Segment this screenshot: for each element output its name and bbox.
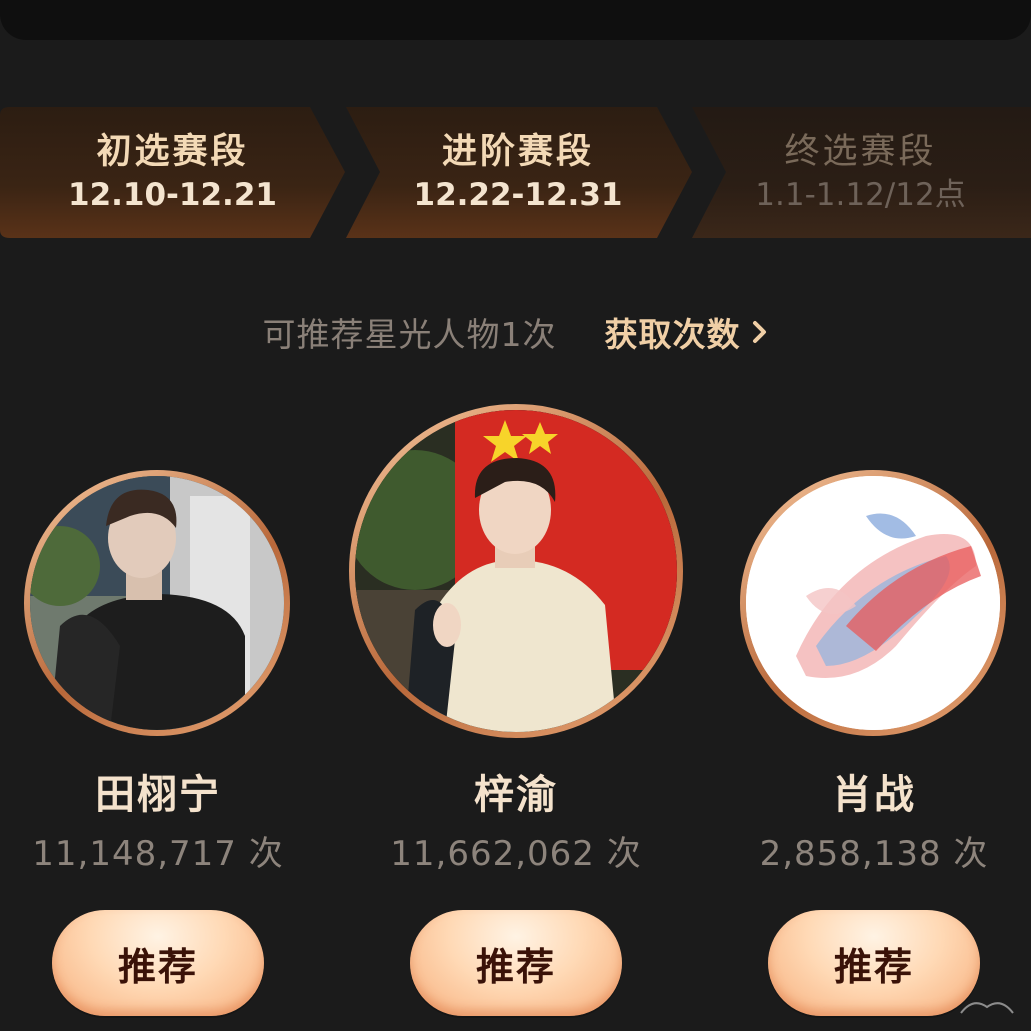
person-photo [30,476,284,730]
vote-quota-row: 可推荐星光人物1次 获取次数 [0,310,1031,354]
candidate-vote-count: 11,148,717 次 [32,834,284,874]
stage-dates: 1.1-1.12/12点 [755,176,966,213]
recommend-button[interactable]: 推荐 [410,910,622,1016]
candidate-name: 田栩宁 [95,772,221,818]
candidate-name: 梓渝 [474,772,558,818]
stage-bg-shape [0,107,345,238]
person-photo [355,410,677,732]
stage-tab-final[interactable]: 终选赛段 1.1-1.12/12点 [690,107,1031,238]
stage-dates: 12.22-12.31 [413,176,623,213]
stage-title: 终选赛段 [784,132,937,173]
stage-tab-preliminary[interactable]: 初选赛段 12.10-12.21 [0,107,345,238]
recommend-button[interactable]: 推荐 [52,910,264,1016]
avatar[interactable] [740,470,1006,736]
avatar[interactable] [24,470,290,736]
avatar-photo [355,410,677,732]
candidate-vote-count: 2,858,138 次 [759,834,989,874]
stage-dates: 12.10-12.21 [68,176,277,213]
stage-title: 初选赛段 [96,132,249,173]
top-panel [0,0,1031,40]
get-votes-link[interactable]: 获取次数 [605,308,769,356]
recommend-button[interactable]: 推荐 [768,910,980,1016]
avatar[interactable] [349,404,683,738]
get-votes-label: 获取次数 [604,315,741,354]
stage-tab-advanced[interactable]: 进阶赛段 12.22-12.31 [344,107,692,238]
avatar-photo [30,476,284,730]
candidate-vote-count: 11,662,062 次 [390,834,642,874]
chevron-right-icon [752,321,766,343]
stage-bg-shape [346,107,692,238]
abstract-brush-image [746,476,1000,730]
avatar-photo [746,476,1000,730]
candidate-name: 肖战 [832,772,916,818]
quota-text: 可推荐星光人物1次 [262,315,557,354]
watermark-icon [960,1002,1014,1014]
stage-title: 进阶赛段 [441,132,594,173]
stage-bg-shape [692,107,1031,238]
